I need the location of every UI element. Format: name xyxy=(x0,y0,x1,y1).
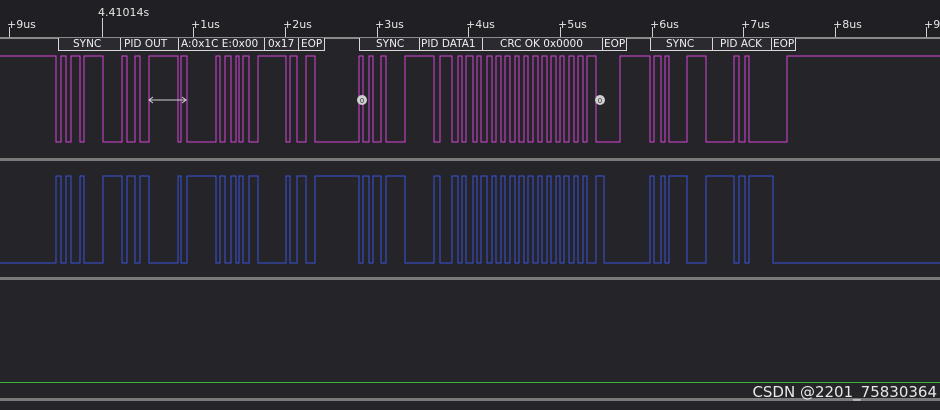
dplus-waveform xyxy=(0,55,940,143)
dminus-waveform xyxy=(0,175,940,264)
waveform-area[interactable]: 0 0 xyxy=(0,0,940,410)
svg-text:0: 0 xyxy=(360,97,364,105)
channel-divider[interactable] xyxy=(0,277,940,280)
bit-marker-2[interactable]: 0 xyxy=(595,95,605,105)
watermark-text: CSDN @2201_75830364 xyxy=(752,383,937,401)
svg-text:0: 0 xyxy=(598,97,602,105)
measure-arrow-icon xyxy=(148,96,187,104)
channel-divider[interactable] xyxy=(0,158,940,161)
bit-marker-1[interactable]: 0 xyxy=(357,95,367,105)
